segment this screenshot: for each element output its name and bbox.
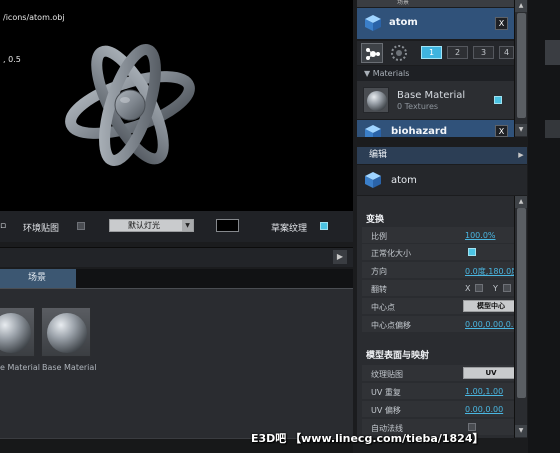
- tab-4[interactable]: 4: [499, 46, 514, 59]
- material-thumbnail: [363, 87, 389, 113]
- scene-tab-bar: 场景: [0, 269, 353, 288]
- light-select-value: 默认灯光: [128, 221, 160, 230]
- prop-row-scale: 比例 100.0%: [362, 227, 514, 243]
- prop-label: 比例: [371, 232, 387, 241]
- prop-row-orientation: 方向 0.0度,180.0度: [362, 262, 514, 278]
- prop-row-texture-map: 纹理贴图 UV: [362, 365, 514, 381]
- toolbar-bullet: ▫: [0, 221, 7, 231]
- editor-object-name: atom: [391, 175, 417, 186]
- env-map-checkbox[interactable]: [77, 222, 85, 230]
- spheres-icon[interactable]: [388, 43, 410, 63]
- watermark-text: E3D吧 【www.linecg.com/tieba/1824】: [251, 432, 484, 445]
- background-color-swatch[interactable]: [216, 219, 239, 232]
- prop-row-uv-repeat: UV 重复 1.00,1.00: [362, 383, 514, 399]
- flip-y-checkbox[interactable]: [503, 284, 511, 292]
- close-icon[interactable]: X: [495, 17, 508, 30]
- texture-map-select[interactable]: UV: [463, 367, 514, 379]
- prop-row-uv-offset: UV 偏移 0.00,0.00: [362, 401, 514, 417]
- scale-value[interactable]: 100.0%: [465, 231, 496, 240]
- scroll-thumb[interactable]: [517, 208, 526, 398]
- object-row-biohazard[interactable]: biohazard X: [357, 120, 514, 137]
- flip-x-label: X: [465, 284, 471, 293]
- prop-label: 中心点: [371, 303, 395, 312]
- pivot-select[interactable]: 模型中心: [463, 300, 514, 312]
- scroll-down-icon[interactable]: ▼: [515, 124, 527, 136]
- cube-icon: [365, 172, 381, 188]
- chevron-right-icon[interactable]: ▶: [333, 250, 347, 264]
- env-map-label: 环境贴图: [23, 224, 60, 234]
- 3d-viewport[interactable]: /icons/atom.obj , 0.5: [0, 0, 353, 211]
- materials-heading-label: Materials: [372, 69, 410, 78]
- prop-label: UV 重复: [371, 388, 401, 397]
- chevron-down-icon: ▼: [364, 69, 373, 78]
- panel-divider: [0, 247, 353, 267]
- atom-model[interactable]: [55, 30, 205, 180]
- material-name: Base Material: [397, 90, 466, 101]
- orientation-value[interactable]: 0.0度,180.0度: [465, 266, 514, 277]
- section-title-transform: 变换: [366, 215, 385, 225]
- material-thumbnail[interactable]: [0, 307, 35, 357]
- material-library: e Material Base Material: [0, 288, 353, 438]
- material-texture-count: 0 Textures: [397, 102, 439, 111]
- object-name: atom: [389, 17, 418, 28]
- chevron-right-icon[interactable]: ▶: [515, 147, 527, 164]
- object-row-atom[interactable]: atom X: [357, 8, 514, 39]
- material-row[interactable]: Base Material 0 Textures: [357, 81, 514, 119]
- chevron-down-icon: ▼: [182, 220, 193, 231]
- prop-label: UV 偏移: [371, 406, 401, 415]
- edge-tab[interactable]: [545, 40, 560, 65]
- editor-scrollbar[interactable]: ▲ ▼: [514, 196, 527, 438]
- scroll-up-icon[interactable]: ▲: [515, 196, 527, 208]
- prop-label: 纹理贴图: [371, 370, 403, 379]
- tab-scene[interactable]: 场景: [0, 269, 76, 288]
- light-select[interactable]: 默认灯光 ▼: [109, 219, 194, 232]
- prop-row-pivot-offset: 中心点偏移 0.00,0.00,0.00: [362, 316, 514, 332]
- prop-label: 中心点偏移: [371, 321, 411, 330]
- object-toolbar: 1 2 3 4: [357, 41, 514, 65]
- uv-offset-value[interactable]: 0.00,0.00: [465, 405, 503, 414]
- tab-3[interactable]: 3: [473, 46, 494, 59]
- editor-object-row: atom: [357, 165, 527, 195]
- object-list-scrollbar[interactable]: ▲ ▼: [514, 0, 527, 137]
- material-thumbnail[interactable]: [41, 307, 91, 357]
- cube-icon: [365, 15, 381, 31]
- material-caption: e Material: [0, 363, 40, 372]
- material-visible-checkbox[interactable]: [494, 96, 502, 104]
- window-edge: [528, 0, 560, 453]
- flip-x-checkbox[interactable]: [475, 284, 483, 292]
- object-name: biohazard: [391, 126, 447, 137]
- cube-icon: [365, 125, 381, 137]
- scroll-up-icon[interactable]: ▲: [515, 0, 527, 12]
- prop-label: 翻转: [371, 285, 387, 294]
- prop-label: 正常化大小: [371, 249, 411, 258]
- editor-header-label: 编辑: [369, 150, 388, 160]
- viewport-toolbar: ▫ 环境贴图 默认灯光 ▼ 草案纹理: [0, 211, 353, 242]
- materials-heading[interactable]: ▼ Materials: [357, 66, 514, 81]
- sketch-texture-checkbox[interactable]: [320, 222, 328, 230]
- uv-repeat-value[interactable]: 1.00,1.00: [465, 387, 503, 396]
- tab-2[interactable]: 2: [447, 46, 468, 59]
- prop-label: 方向: [371, 267, 387, 276]
- sketch-texture-label: 草案纹理: [271, 224, 308, 234]
- prop-row-flip: 翻转 X Y: [362, 280, 514, 296]
- flip-y-label: Y: [493, 284, 498, 293]
- section-title-mapping: 模型表面与映射: [366, 351, 430, 361]
- scroll-down-icon[interactable]: ▼: [515, 425, 527, 437]
- pivot-offset-value[interactable]: 0.00,0.00,0.00: [465, 320, 514, 329]
- object-list-header: 场景: [357, 0, 514, 7]
- editor-header: 编辑 ▶: [357, 147, 527, 164]
- tab-1[interactable]: 1: [421, 46, 442, 59]
- normalize-checkbox[interactable]: [468, 248, 476, 256]
- editor-properties: 变换 比例 100.0% 正常化大小 方向 0.0度,180.0度 翻转 X Y…: [357, 196, 514, 438]
- viewport-readout: , 0.5: [3, 55, 21, 64]
- scroll-thumb[interactable]: [517, 13, 526, 118]
- material-caption: Base Material: [42, 363, 97, 372]
- edge-tab[interactable]: [545, 120, 560, 138]
- prop-row-pivot: 中心点 模型中心: [362, 298, 514, 314]
- model-path-text: /icons/atom.obj: [3, 13, 65, 22]
- prop-row-normalize: 正常化大小: [362, 244, 514, 260]
- close-icon[interactable]: X: [495, 125, 508, 137]
- molecule-icon[interactable]: [361, 43, 383, 63]
